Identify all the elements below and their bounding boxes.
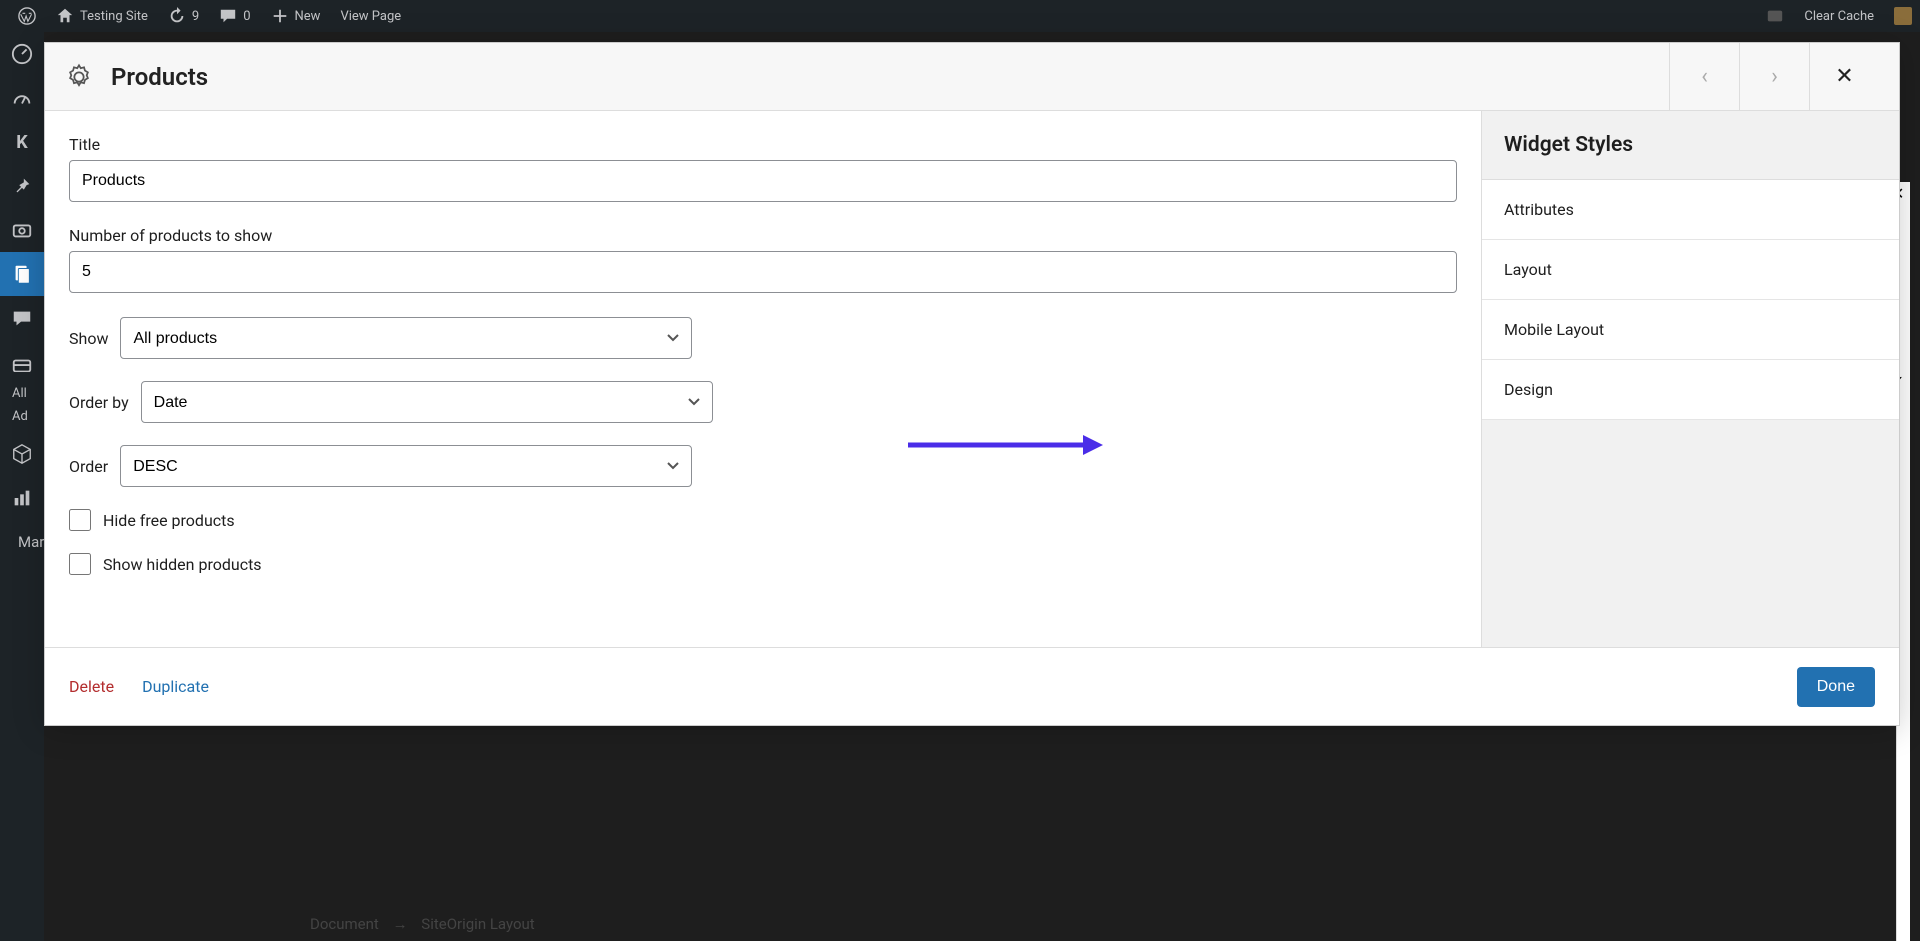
view-page[interactable]: View Page <box>330 0 411 32</box>
clear-cache[interactable]: Clear Cache <box>1794 9 1884 24</box>
sidebar-analytics[interactable] <box>0 476 44 520</box>
styles-design[interactable]: Design <box>1482 360 1899 420</box>
k-icon: K <box>16 132 27 153</box>
flyout-all-pages[interactable]: All <box>12 382 34 405</box>
view-page-text: View Page <box>340 9 401 24</box>
comments-count: 0 <box>243 9 250 24</box>
camera-icon <box>11 219 33 241</box>
sidebar-flyout: All Ad <box>0 372 46 438</box>
sidebar-posts[interactable] <box>0 164 44 208</box>
styles-header-title: Widget Styles <box>1504 133 1877 157</box>
site-name-text: Testing Site <box>80 9 148 24</box>
breadcrumb: Document → SiteOrigin Layout <box>310 915 535 933</box>
flyout-add-new[interactable]: Ad <box>12 405 34 428</box>
modal-footer: Delete Duplicate Done <box>45 647 1899 725</box>
next-widget-button[interactable]: › <box>1739 43 1809 110</box>
dashboard-icon <box>11 43 33 65</box>
sidebar-performance[interactable] <box>0 76 44 120</box>
hide-free-checkbox[interactable] <box>69 509 91 531</box>
sidebar-kadence[interactable]: K <box>0 120 44 164</box>
clear-cache-text: Clear Cache <box>1804 9 1874 24</box>
show-hidden-checkbox[interactable] <box>69 553 91 575</box>
wp-logo[interactable] <box>8 0 46 32</box>
duplicate-link[interactable]: Duplicate <box>142 677 209 696</box>
avatar[interactable] <box>1894 7 1912 25</box>
pin-icon <box>11 175 33 197</box>
orderby-select[interactable]: Date <box>141 381 713 423</box>
styles-header: Widget Styles <box>1482 111 1899 180</box>
title-label: Title <box>69 135 1457 154</box>
comment-icon <box>219 7 237 25</box>
comments[interactable]: 0 <box>209 0 260 32</box>
prev-widget-button[interactable]: ‹ <box>1669 43 1739 110</box>
order-select[interactable]: DESC <box>120 445 692 487</box>
comment-icon <box>11 307 33 329</box>
arrow-icon: → <box>393 915 408 933</box>
chevron-left-icon: ‹ <box>1701 64 1708 89</box>
delete-link[interactable]: Delete <box>69 677 114 696</box>
breadcrumb-doc[interactable]: Document <box>310 915 379 933</box>
chevron-right-icon: › <box>1771 64 1778 89</box>
sidebar-dashboard[interactable] <box>0 32 44 76</box>
chat-icon <box>1766 7 1784 25</box>
title-input[interactable] <box>69 160 1457 202</box>
widget-form: Title Number of products to show Show Al… <box>45 111 1481 647</box>
close-modal-button[interactable]: ✕ <box>1809 43 1879 110</box>
done-button[interactable]: Done <box>1797 667 1875 707</box>
site-name[interactable]: Testing Site <box>46 0 158 32</box>
sidebar-marketing[interactable]: Marketing <box>0 520 44 564</box>
bars-icon <box>11 487 33 509</box>
breadcrumb-siteorigin[interactable]: SiteOrigin Layout <box>421 915 534 933</box>
updates-count: 9 <box>192 9 199 24</box>
admin-sidebar: K woo Marketing <box>0 32 44 941</box>
modal-header: Products ‹ › ✕ <box>45 43 1899 111</box>
home-icon <box>56 7 74 25</box>
modal-body: Title Number of products to show Show Al… <box>45 111 1899 647</box>
sidebar-media[interactable] <box>0 208 44 252</box>
pages-icon <box>11 263 33 285</box>
hide-free-label: Hide free products <box>103 511 235 530</box>
wordpress-icon <box>18 7 36 25</box>
show-hidden-label: Show hidden products <box>103 555 262 574</box>
box-icon <box>11 443 33 465</box>
styles-layout[interactable]: Layout <box>1482 240 1899 300</box>
refresh-icon <box>168 7 186 25</box>
gear-icon <box>65 63 93 91</box>
new-text: New <box>295 9 321 24</box>
gauge-icon <box>11 87 33 109</box>
admin-bar: Testing Site 9 0 New View Page Clear Cac… <box>0 0 1920 32</box>
close-icon: ✕ <box>1835 64 1853 89</box>
sidebar-products[interactable] <box>0 432 44 476</box>
orderby-label: Order by <box>69 393 129 412</box>
order-label: Order <box>69 457 108 476</box>
plus-icon <box>271 7 289 25</box>
widget-styles-panel: Widget Styles Attributes Layout Mobile L… <box>1481 111 1899 647</box>
modal-title: Products <box>111 63 208 91</box>
num-products-input[interactable] <box>69 251 1457 293</box>
show-label: Show <box>69 329 108 348</box>
updates[interactable]: 9 <box>158 0 209 32</box>
notifications[interactable] <box>1756 7 1794 25</box>
new-content[interactable]: New <box>261 0 331 32</box>
widget-edit-modal: Products ‹ › ✕ Title Number of products … <box>44 42 1900 726</box>
num-products-label: Number of products to show <box>69 226 1457 245</box>
sidebar-comments[interactable] <box>0 296 44 340</box>
sidebar-pages[interactable] <box>0 252 44 296</box>
show-select[interactable]: All products <box>120 317 692 359</box>
styles-attributes[interactable]: Attributes <box>1482 180 1899 240</box>
styles-mobile-layout[interactable]: Mobile Layout <box>1482 300 1899 360</box>
